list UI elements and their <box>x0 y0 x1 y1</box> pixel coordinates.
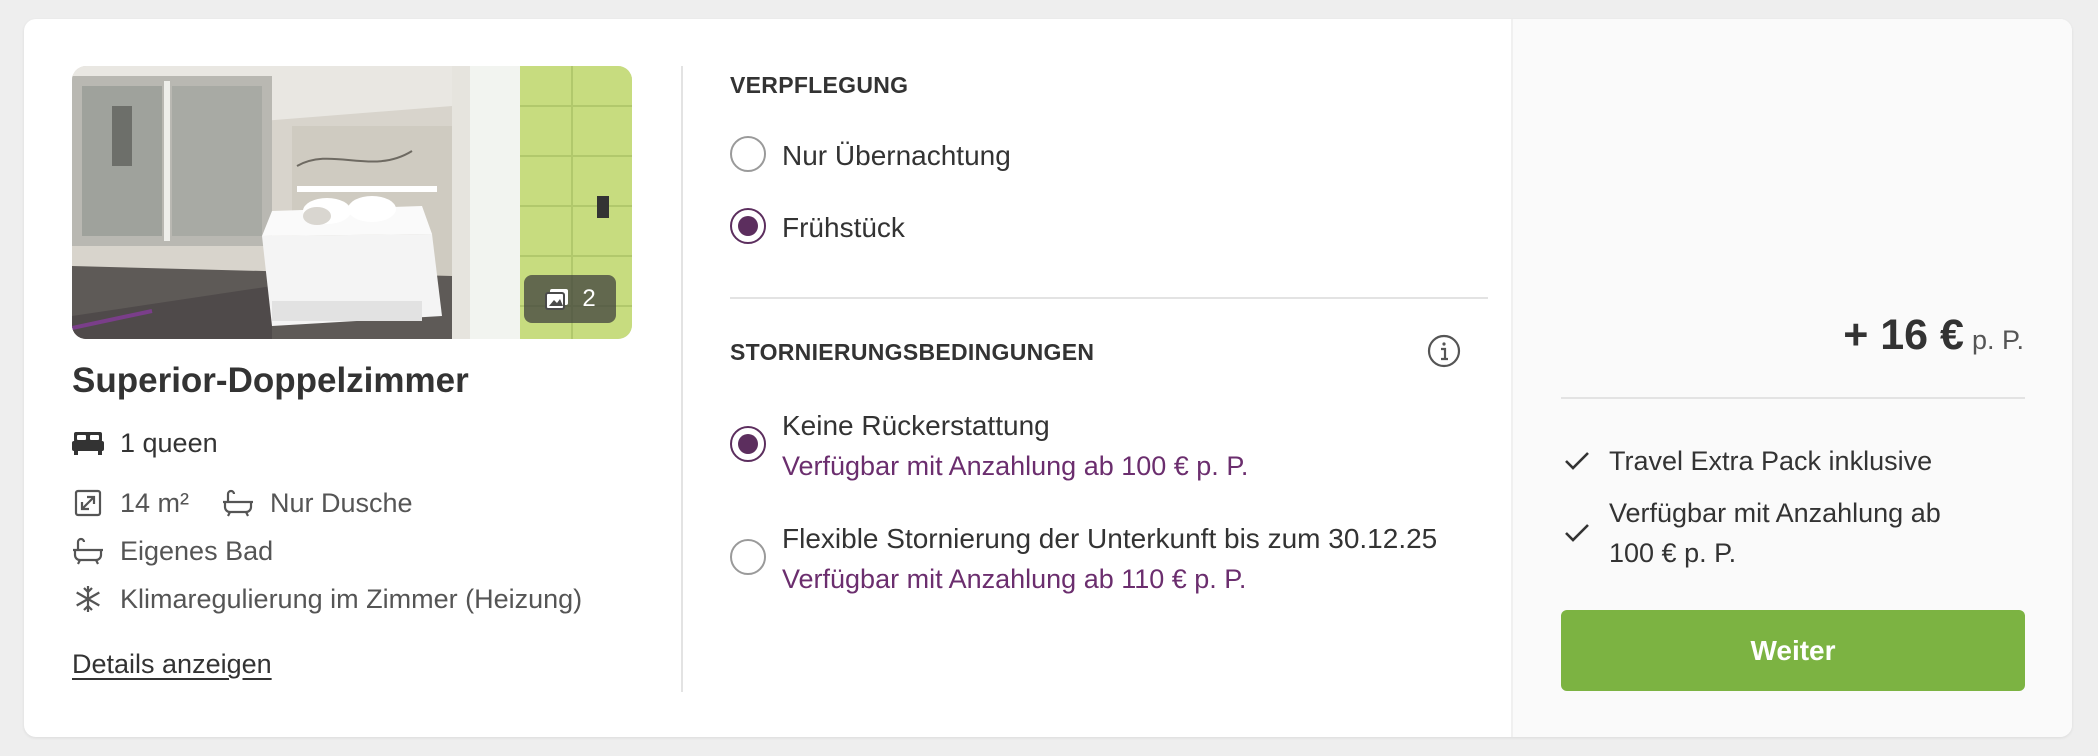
cancellation-option-flexible-radio[interactable] <box>730 539 766 575</box>
cancellation-option-nonrefundable-radio[interactable] <box>730 426 766 462</box>
price-unit: p. P. <box>1971 325 2024 355</box>
room-title: Superior-Doppelzimmer <box>72 361 469 400</box>
price-summary-panel: + 16 € p. P. Travel Extra Pack inklusive… <box>1511 19 2072 737</box>
cancellation-option-label: Keine Rückerstattung <box>782 410 1050 441</box>
shower-type: Nur Dusche <box>270 487 413 518</box>
snowflake-icon <box>72 583 104 615</box>
image-stack-icon <box>544 287 570 311</box>
bed-icon <box>72 427 104 459</box>
feature-shower: Nur Dusche <box>222 487 413 519</box>
benefit-text: Verfügbar mit Anzahlung ab 100 € p. P. <box>1609 498 1941 568</box>
checkmark-icon <box>1561 441 1593 481</box>
bed-type: 1 queen <box>120 427 218 458</box>
meal-option-breakfast[interactable]: Frühstück <box>730 208 905 248</box>
cancellation-section-title: STORNIERUNGSBEDINGUNGEN <box>730 339 1095 365</box>
meal-option-label: Nur Übernachtung <box>782 140 1011 171</box>
meals-section-title: VERPFLEGUNG <box>730 72 909 98</box>
info-icon[interactable] <box>1426 333 1462 369</box>
price-amount: + 16 € <box>1843 311 1964 359</box>
feature-bed: 1 queen <box>72 427 218 459</box>
column-divider <box>681 66 683 692</box>
price: + 16 € p. P. <box>1843 311 2024 360</box>
continue-button[interactable]: Weiter <box>1561 610 2025 691</box>
room-offer-card: 2 Superior-Doppelzimmer 1 queen 14 m² Nu… <box>24 19 2072 737</box>
checkmark-icon <box>1561 493 1593 573</box>
photo-count-badge[interactable]: 2 <box>524 275 616 323</box>
bathtub-icon <box>72 535 104 567</box>
cancellation-option-flexible[interactable]: Flexible Stornierung der Unterkunft bis … <box>730 519 1437 599</box>
feature-climate: Klimaregulierung im Zimmer (Heizung) <box>72 583 582 615</box>
benefit-item: Verfügbar mit Anzahlung ab 100 € p. P. <box>1561 493 1969 573</box>
benefit-item: Travel Extra Pack inklusive <box>1561 441 1932 481</box>
bathtub-icon <box>222 487 254 519</box>
details-link[interactable]: Details anzeigen <box>72 649 272 680</box>
feature-size: 14 m² <box>72 487 189 519</box>
resize-arrows-icon <box>72 487 104 519</box>
room-size: 14 m² <box>120 487 190 518</box>
feature-bathroom: Eigenes Bad <box>72 535 273 567</box>
room-photo[interactable]: 2 <box>72 66 632 339</box>
cancellation-option-deposit: Verfügbar mit Anzahlung ab 110 € p. P. <box>782 564 1247 594</box>
meal-option-label: Frühstück <box>782 212 905 243</box>
bathroom-type: Eigenes Bad <box>120 535 274 566</box>
meal-option-breakfast-radio[interactable] <box>730 208 766 244</box>
climate-control: Klimaregulierung im Zimmer (Heizung) <box>120 583 583 614</box>
summary-divider <box>1561 397 2025 399</box>
section-divider <box>730 297 1488 299</box>
cancellation-option-label: Flexible Stornierung der Unterkunft bis … <box>782 523 1438 554</box>
benefit-text: Travel Extra Pack inklusive <box>1609 446 1933 476</box>
cancellation-option-deposit: Verfügbar mit Anzahlung ab 100 € p. P. <box>782 451 1249 481</box>
cancellation-option-nonrefundable[interactable]: Keine Rückerstattung Verfügbar mit Anzah… <box>730 406 1248 486</box>
photo-count: 2 <box>582 285 596 312</box>
meal-option-room-only[interactable]: Nur Übernachtung <box>730 136 1011 176</box>
meal-option-room-only-radio[interactable] <box>730 136 766 172</box>
